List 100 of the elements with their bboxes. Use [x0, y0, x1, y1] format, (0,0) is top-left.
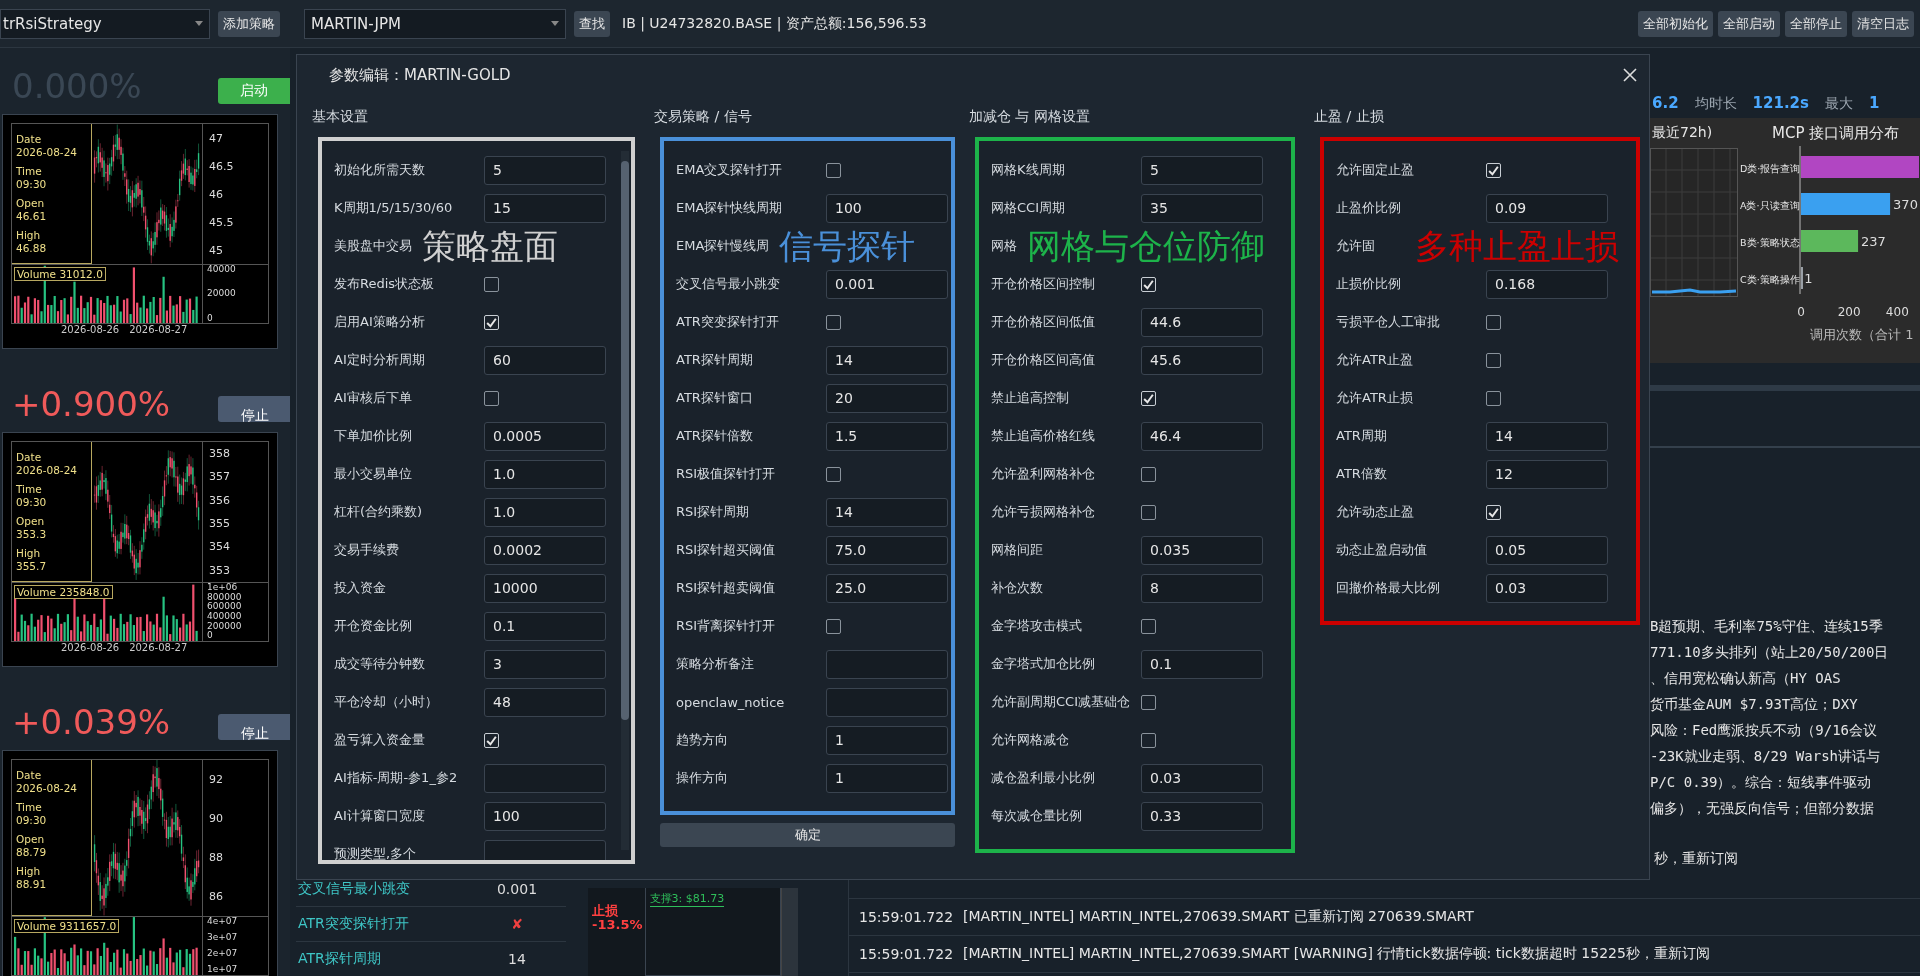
- input-field[interactable]: 100: [826, 193, 948, 223]
- input-field[interactable]: 46.4: [1141, 421, 1263, 451]
- input-field[interactable]: 14: [826, 345, 948, 375]
- price-axis-tick: 353: [209, 563, 231, 577]
- tooltip-label: Date: [16, 133, 43, 146]
- confirm-button[interactable]: 确定: [660, 823, 955, 847]
- input-field[interactable]: 1.0: [484, 459, 606, 489]
- table-cell-text: ATR探针周期: [297, 950, 382, 968]
- input-field[interactable]: 5: [1141, 155, 1263, 185]
- input-field[interactable]: 14: [1486, 421, 1608, 451]
- input-field[interactable]: 8: [1141, 573, 1263, 603]
- input-field[interactable]: 1.0: [484, 497, 606, 527]
- tooltip-value: 09:30: [16, 178, 48, 191]
- field-label: 金字塔式加仓比例: [991, 655, 1096, 673]
- analysis-text-line: -23K就业走弱、8/29 Warsh讲话与: [1650, 747, 1881, 766]
- input-field[interactable]: 0.1: [484, 611, 606, 641]
- input-field[interactable]: 10000: [484, 573, 606, 603]
- input-field[interactable]: 0.001: [826, 269, 948, 299]
- strategy-run-button[interactable]: 停止: [218, 396, 290, 422]
- input-field[interactable]: 1: [826, 763, 948, 793]
- input-field[interactable]: 0.03: [1486, 573, 1608, 603]
- stat-text: 121.2s: [1752, 94, 1809, 112]
- toolbar-action-button[interactable]: 全部初始化: [1638, 10, 1713, 37]
- input-field[interactable]: 35: [1141, 193, 1263, 223]
- add-strategy-button[interactable]: 添加策略: [218, 10, 280, 37]
- toolbar-action-button[interactable]: 全部启动: [1718, 10, 1780, 37]
- tooltip-value: 355.7: [16, 560, 48, 573]
- field-label: 允许固定止盈: [1336, 161, 1415, 179]
- field-label: AI审核后下单: [334, 389, 413, 407]
- table-cell-text: ATR突变探针打开: [297, 915, 410, 933]
- field-label: ATR探针窗口: [676, 389, 754, 407]
- log-time: 15:59:01.722: [859, 946, 954, 962]
- input-field[interactable]: 0.05: [1486, 535, 1608, 565]
- input-field[interactable]: 20: [826, 383, 948, 413]
- volume-axis-tick: 3e+07: [207, 933, 239, 943]
- input-field[interactable]: 75.0: [826, 535, 948, 565]
- field-label: RSI探针超买阈值: [676, 541, 777, 559]
- input-field[interactable]: 1.5: [826, 421, 948, 451]
- volume-axis-tick: 20000: [207, 289, 237, 299]
- input-field[interactable]: 45.6: [1141, 345, 1263, 375]
- analysis-text-line: 771.10多头排列（站上20/50/200日: [1650, 643, 1890, 662]
- input-field[interactable]: 48: [484, 687, 606, 717]
- input-field[interactable]: 0.03: [1141, 763, 1263, 793]
- input-field[interactable]: 15: [484, 193, 606, 223]
- strategy-dropdown[interactable]: trRsiStrategy: [0, 8, 210, 39]
- price-axis-tick: 88: [209, 851, 224, 864]
- input-field[interactable]: 0.0005: [484, 421, 606, 451]
- log-line: 秒，重新订阅: [1654, 850, 1738, 868]
- analysis-text-line: 偏多），无强反向信号；但部分数据: [1650, 799, 1875, 818]
- stat-text: 6.2: [1652, 94, 1679, 112]
- stop-loss-label: 止损: [592, 904, 619, 918]
- price-axis-tick: 45: [209, 243, 224, 257]
- volume-axis-tick: 4e+07: [207, 917, 239, 927]
- input-field[interactable]: 60: [484, 345, 606, 375]
- field-label: 网格: [991, 237, 1017, 255]
- field-label: RSI探针周期: [676, 503, 751, 521]
- input-field[interactable]: 0.33: [1141, 801, 1263, 831]
- field-label: EMA探针慢线周: [676, 237, 770, 255]
- field-label: 止盈价比例: [1336, 199, 1402, 217]
- input-field[interactable]: 14: [826, 497, 948, 527]
- field-label: K周期1/5/15/30/60: [334, 199, 454, 217]
- field-label: 金字塔攻击模式: [991, 617, 1083, 635]
- find-button[interactable]: 查找: [574, 10, 610, 37]
- field-label: openclaw_notice: [676, 694, 786, 710]
- input-field[interactable]: 0.1: [1141, 649, 1263, 679]
- analysis-text-line: 货币基金AUM $7.93T高位；DXY: [1650, 695, 1859, 714]
- field-label: AI指标-周期-参1_参2: [334, 769, 459, 787]
- input-field[interactable]: 0.035: [1141, 535, 1263, 565]
- input-field[interactable]: 12: [1486, 459, 1608, 489]
- date-axis-label: 2026-08-26: [61, 642, 120, 655]
- field-label: 开仓价格区间高值: [991, 351, 1096, 369]
- volume-label: Volume 9311657.0: [14, 919, 120, 933]
- strategy-run-button[interactable]: 停止: [218, 714, 290, 740]
- volume-axis-tick: 1e+06: [207, 583, 239, 593]
- bar-value-label: 1: [1804, 271, 1813, 286]
- stop-loss-percent: -13.5%: [592, 918, 643, 932]
- input-field[interactable]: 5: [484, 155, 606, 185]
- table-cell-text: 14: [507, 951, 527, 967]
- symbol-dropdown[interactable]: MARTIN-JPM: [304, 8, 566, 39]
- price-axis-tick: 354: [209, 540, 231, 554]
- tooltip-label: Open: [16, 515, 46, 528]
- input-field[interactable]: 100: [484, 801, 606, 831]
- input-field[interactable]: 3: [484, 649, 606, 679]
- input-field[interactable]: 1: [826, 725, 948, 755]
- input-field[interactable]: 25.0: [826, 573, 948, 603]
- price-axis-tick: 358: [209, 447, 231, 461]
- field-label: 启用AI策略分析: [334, 313, 426, 331]
- input-field[interactable]: 0.168: [1486, 269, 1608, 299]
- field-label: 允许盈利网格补仓: [991, 465, 1096, 483]
- input-field[interactable]: 0.09: [1486, 193, 1608, 223]
- toolbar-action-button[interactable]: 全部停止: [1785, 10, 1847, 37]
- toolbar-action-button[interactable]: 清空日志: [1852, 10, 1914, 37]
- field-label: 盈亏算入资金量: [334, 731, 426, 749]
- field-label: 禁止追高控制: [991, 389, 1070, 407]
- tooltip-label: Date: [16, 769, 43, 782]
- stat-text: 均时长: [1694, 95, 1737, 113]
- input-field[interactable]: 0.0002: [484, 535, 606, 565]
- price-axis-tick: 86: [209, 890, 224, 903]
- input-field[interactable]: 44.6: [1141, 307, 1263, 337]
- field-label: 美股盘中交易: [334, 237, 412, 255]
